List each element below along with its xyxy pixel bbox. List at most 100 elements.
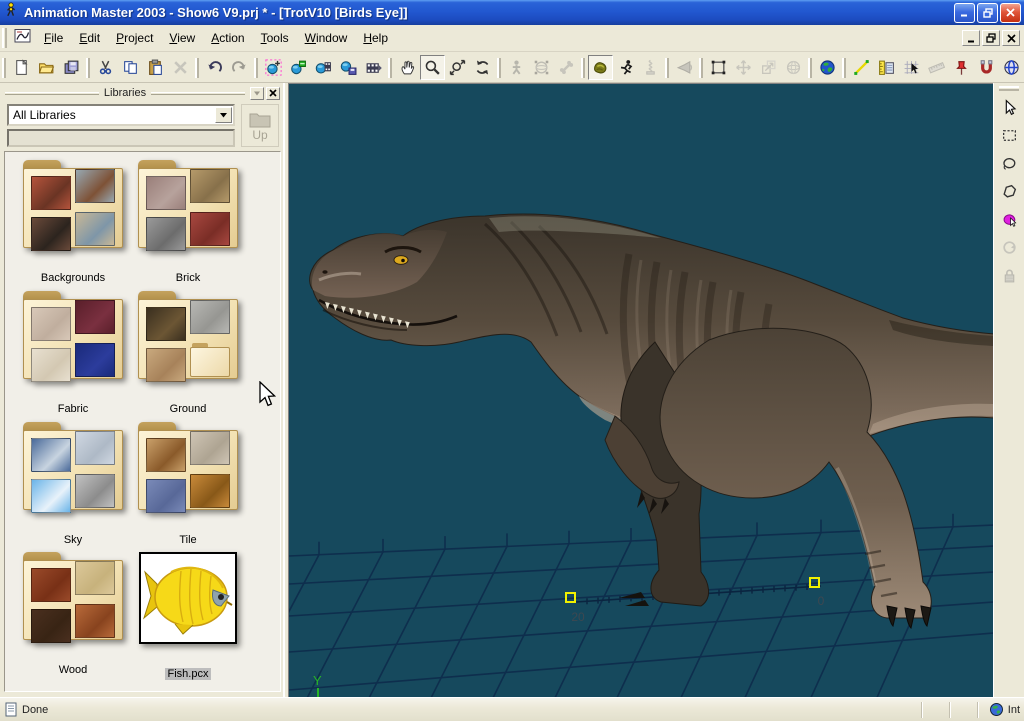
menu-project[interactable]: Project bbox=[108, 27, 161, 49]
application-window: Animation Master 2003 - Show6 V9.prj * -… bbox=[0, 0, 1024, 721]
force-world-icon[interactable] bbox=[815, 55, 840, 80]
library-item-sky[interactable]: Sky bbox=[15, 422, 131, 548]
status-message-area: Done bbox=[0, 702, 895, 717]
menu-file[interactable]: File bbox=[36, 27, 71, 49]
up-button[interactable]: Up bbox=[241, 104, 279, 147]
toolbar-grip[interactable] bbox=[254, 58, 258, 78]
grid-snap-icon[interactable] bbox=[899, 55, 924, 80]
chevron-down-icon[interactable] bbox=[215, 107, 232, 123]
translate-arrows-icon bbox=[731, 55, 756, 80]
paste-icon[interactable] bbox=[143, 55, 168, 80]
group-select-icon[interactable] bbox=[997, 207, 1022, 232]
pointer-arrow-icon[interactable] bbox=[997, 95, 1022, 120]
folder-icon bbox=[138, 422, 238, 510]
save-model-icon[interactable] bbox=[336, 55, 361, 80]
polygon-lasso-icon[interactable] bbox=[997, 179, 1022, 204]
library-item-tile[interactable]: Tile bbox=[130, 422, 246, 548]
close-button[interactable] bbox=[1000, 3, 1021, 23]
toolbar-grip[interactable] bbox=[581, 58, 585, 78]
lasso-select-icon[interactable] bbox=[997, 151, 1022, 176]
library-item-fish-pcx[interactable]: Fish.pcx bbox=[130, 552, 246, 682]
new-document-icon[interactable] bbox=[9, 55, 34, 80]
texture-thumbnail bbox=[146, 438, 186, 472]
bias-handles-icon[interactable] bbox=[849, 55, 874, 80]
toolbar-grip[interactable] bbox=[808, 58, 812, 78]
texture-thumbnail bbox=[31, 348, 71, 382]
texture-thumbnail bbox=[31, 217, 71, 251]
save-all-icon[interactable] bbox=[59, 55, 84, 80]
library-item-ground[interactable]: Ground bbox=[130, 291, 246, 417]
texture-thumbnail bbox=[31, 176, 71, 210]
texture-thumbnail bbox=[146, 217, 186, 251]
restore-button[interactable] bbox=[977, 3, 998, 23]
rect-select-icon[interactable] bbox=[997, 123, 1022, 148]
world-axis-icon[interactable] bbox=[999, 55, 1024, 80]
fish-image-thumbnail bbox=[139, 552, 237, 644]
toolbar-grip[interactable] bbox=[2, 58, 6, 78]
muscle-mode-icon[interactable] bbox=[588, 55, 613, 80]
undo-icon[interactable] bbox=[202, 55, 227, 80]
texture-thumbnail bbox=[75, 343, 115, 377]
menu-edit[interactable]: Edit bbox=[71, 27, 108, 49]
status-separator bbox=[949, 702, 951, 718]
library-item-fabric[interactable]: Fabric bbox=[15, 291, 131, 417]
menu-action[interactable]: Action bbox=[203, 27, 252, 49]
menu-window[interactable]: Window bbox=[297, 27, 356, 49]
library-item-label: Wood bbox=[56, 664, 91, 676]
new-model-icon[interactable] bbox=[261, 55, 286, 80]
panel-close-icon[interactable] bbox=[266, 87, 280, 100]
menu-view[interactable]: View bbox=[161, 27, 203, 49]
toolbar-grip[interactable] bbox=[497, 58, 501, 78]
mdi-restore-button[interactable] bbox=[982, 30, 1000, 46]
pushpin-icon[interactable] bbox=[949, 55, 974, 80]
announce-horn-icon bbox=[672, 55, 697, 80]
toolbar-grip[interactable] bbox=[86, 58, 90, 78]
toolbar-grip[interactable] bbox=[388, 58, 392, 78]
texture-thumbnail bbox=[31, 307, 71, 341]
library-item-label: Fabric bbox=[55, 403, 92, 415]
toolbar-grip[interactable] bbox=[999, 86, 1019, 91]
header-line bbox=[151, 92, 245, 95]
filmstrip-icon[interactable] bbox=[361, 55, 386, 80]
toolbar-grip[interactable] bbox=[195, 58, 199, 78]
measure-ruler-icon bbox=[924, 55, 949, 80]
open-folder-icon[interactable] bbox=[34, 55, 59, 80]
texture-thumbnail bbox=[75, 169, 115, 203]
panel-rollup-button[interactable] bbox=[250, 87, 264, 100]
dynamics-spring-icon bbox=[638, 55, 663, 80]
texture-thumbnail bbox=[146, 176, 186, 210]
library-item-brick[interactable]: Brick bbox=[130, 160, 246, 286]
library-item-backgrounds[interactable]: Backgrounds bbox=[15, 160, 131, 286]
folder-icon bbox=[23, 422, 123, 510]
rotate-sphere-icon bbox=[781, 55, 806, 80]
add-model-to-library-icon[interactable] bbox=[286, 55, 311, 80]
magnet-mode-icon[interactable] bbox=[974, 55, 999, 80]
minimize-button[interactable] bbox=[954, 3, 975, 23]
bounding-box-icon[interactable] bbox=[706, 55, 731, 80]
mdi-close-button[interactable] bbox=[1002, 30, 1020, 46]
copy-icon[interactable] bbox=[118, 55, 143, 80]
show-rulers-icon[interactable] bbox=[874, 55, 899, 80]
library-filter-field[interactable] bbox=[7, 129, 235, 147]
pan-hand-icon[interactable] bbox=[395, 55, 420, 80]
viewport-3d[interactable]: 200Y bbox=[288, 83, 993, 697]
render-model-icon[interactable] bbox=[311, 55, 336, 80]
turn-camera-icon[interactable] bbox=[470, 55, 495, 80]
library-select-dropdown[interactable]: All Libraries bbox=[7, 104, 235, 126]
mdi-minimize-button[interactable] bbox=[962, 30, 980, 46]
library-item-wood[interactable]: Wood bbox=[15, 552, 131, 678]
menu-tools[interactable]: Tools bbox=[253, 27, 297, 49]
zoom-to-fit-icon[interactable] bbox=[445, 55, 470, 80]
path-marker-label: 20 bbox=[571, 610, 585, 624]
toolbar-grip[interactable] bbox=[699, 58, 703, 78]
zoom-magnifier-icon[interactable] bbox=[420, 55, 445, 80]
cut-icon[interactable] bbox=[93, 55, 118, 80]
library-item-label: Fish.pcx bbox=[165, 668, 212, 680]
skeletal-mode-icon[interactable] bbox=[613, 55, 638, 80]
path-marker-label: 0 bbox=[818, 594, 825, 608]
menu-help[interactable]: Help bbox=[355, 27, 396, 49]
menu-grip[interactable] bbox=[2, 28, 7, 48]
toolbar-grip[interactable] bbox=[842, 58, 846, 78]
window-title: Animation Master 2003 - Show6 V9.prj * -… bbox=[24, 5, 952, 20]
toolbar-grip[interactable] bbox=[665, 58, 669, 78]
